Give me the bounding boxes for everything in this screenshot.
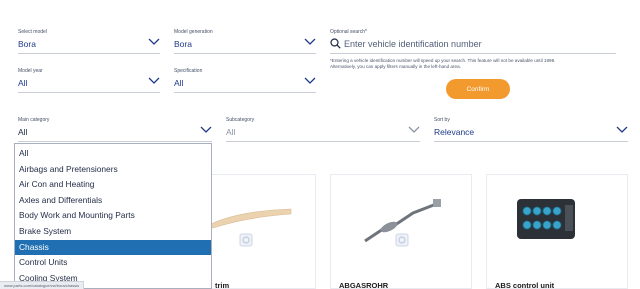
vin-note-line2: Alternatively, you can apply filters man…: [330, 64, 461, 69]
dropdown-option[interactable]: Control Units: [15, 255, 211, 271]
year-value: All: [18, 78, 28, 88]
chevron-down-icon: [304, 38, 316, 45]
placeholder-icon: [395, 233, 409, 247]
status-bar-url: www.parts.com/catalogue/vw/bora/chassis: [0, 281, 85, 289]
chevron-down-icon: [200, 126, 212, 133]
chevron-down-icon: [616, 126, 628, 133]
sort-label: Sort by: [434, 117, 450, 123]
divider: [18, 92, 160, 93]
product-name: ABGASROHR: [339, 281, 389, 289]
main-category-label: Main category: [18, 117, 50, 123]
chevron-down-icon: [304, 77, 316, 84]
generation-label: Model generation: [174, 29, 213, 35]
chevron-down-icon: [148, 77, 160, 84]
sort-select[interactable]: Sort by Relevance: [434, 117, 628, 143]
search-icon: [330, 38, 341, 49]
generation-select[interactable]: Model generation Bora: [174, 29, 316, 55]
confirm-button[interactable]: Confirm: [446, 79, 510, 99]
divider: [18, 141, 212, 142]
product-name: trim: [215, 281, 230, 289]
model-select[interactable]: Select model Bora: [18, 29, 160, 55]
main-category-select[interactable]: Main category All: [18, 117, 212, 143]
dropdown-option[interactable]: Brake System: [15, 224, 211, 240]
chevron-down-icon: [148, 38, 160, 45]
dropdown-option[interactable]: Air Con and Heating: [15, 177, 211, 193]
divider: [434, 141, 628, 142]
dropdown-option[interactable]: Axles and Differentials: [15, 193, 211, 209]
subcategory-label: Subcategory: [226, 117, 255, 123]
chevron-down-icon: [408, 126, 420, 133]
generation-value: Bora: [174, 39, 192, 49]
search-label: Optional search*: [330, 29, 367, 35]
dropdown-option-selected[interactable]: Chassis: [15, 239, 211, 256]
subcategory-value: All: [226, 127, 236, 137]
vin-search[interactable]: Optional search* Enter vehicle identific…: [330, 29, 616, 55]
trim-part-image: [208, 208, 292, 229]
product-card[interactable]: ABGASROHR: [330, 174, 472, 289]
main-category-dropdown[interactable]: All Airbags and Pretensioners Air Con an…: [14, 143, 212, 289]
divider: [18, 53, 160, 54]
subcategory-select[interactable]: Subcategory All: [226, 117, 420, 143]
specification-select[interactable]: Specification All: [174, 68, 316, 94]
divider: [174, 53, 316, 54]
model-label: Select model: [18, 29, 47, 35]
dropdown-option[interactable]: Airbags and Pretensioners: [15, 162, 211, 178]
main-category-value: All: [18, 127, 28, 137]
year-select[interactable]: Model year All: [18, 68, 160, 94]
search-input[interactable]: Enter vehicle identification number: [344, 39, 482, 49]
placeholder-icon: [239, 233, 253, 247]
model-value: Bora: [18, 39, 36, 49]
year-label: Model year: [18, 68, 43, 74]
product-card[interactable]: ABS control unit: [486, 174, 628, 289]
dropdown-option[interactable]: All: [15, 146, 211, 162]
divider: [226, 141, 420, 142]
vin-note: *Entering a vehicle identification numbe…: [330, 58, 620, 70]
specification-value: All: [174, 78, 184, 88]
product-name: ABS control unit: [495, 281, 555, 289]
divider: [174, 92, 316, 93]
dropdown-option[interactable]: Body Work and Mounting Parts: [15, 208, 211, 224]
sort-value: Relevance: [434, 127, 475, 137]
specification-label: Specification: [174, 68, 203, 74]
abs-unit-image: [517, 199, 575, 239]
divider: [330, 53, 616, 54]
